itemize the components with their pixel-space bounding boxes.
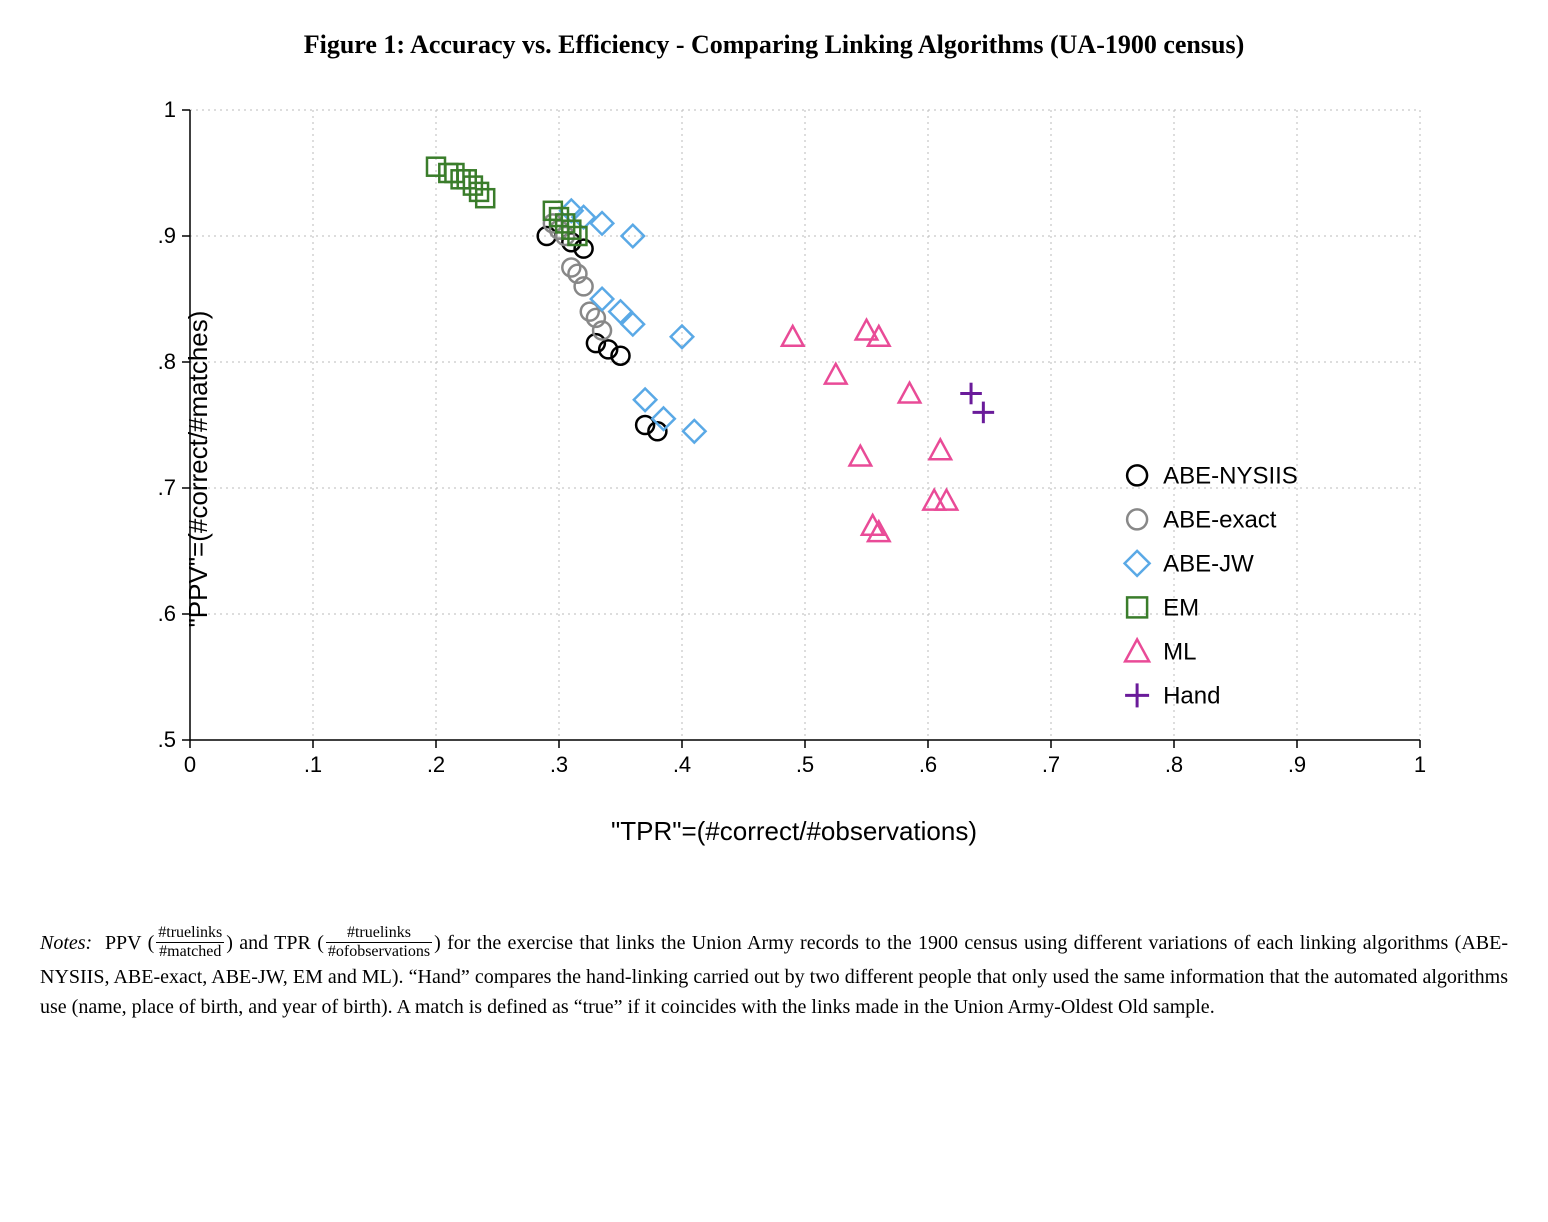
figure-notes: Notes: PPV (#truelinks#matched) and TPR … [40,927,1508,1022]
chart-container: "PPV"=(#correct/#matches) 0 .1 .2 .3 .4 .5 .6.… [100,90,1488,847]
svg-text:.2: .2 [427,752,445,777]
legend-label: ABE-JW [1163,550,1254,577]
legend-label: Hand [1163,682,1220,709]
x-axis-label: "TPR"=(#correct/#observations) [100,816,1488,847]
svg-text:.3: .3 [550,752,568,777]
svg-text:.8: .8 [1165,752,1183,777]
ppv-den: #matched [156,943,224,960]
tpr-fraction: #truelinks#ofobservations [326,925,432,960]
svg-text:.5: .5 [796,752,814,777]
scatter-chart: 0 .1 .2 .3 .4 .5 .6 .7 .8 .9 1 .5 .6 .7 .8 .9 1 ABE-NYSII… [100,90,1460,810]
legend-label: ABE-NYSIIS [1163,462,1298,489]
legend-label: ML [1163,638,1196,665]
ppv-num: #truelinks [156,925,224,943]
svg-text:0: 0 [184,752,196,777]
svg-text:1: 1 [164,97,176,122]
ppv-fraction: #truelinks#matched [156,925,224,960]
notes-body: for the exercise that links the Union Ar… [40,932,1508,1018]
svg-text:.7: .7 [1042,752,1060,777]
tpr-den: #ofobservations [326,943,432,960]
svg-text:1: 1 [1414,752,1426,777]
svg-text:.9: .9 [1288,752,1306,777]
legend-label: EM [1163,594,1199,621]
notes-lead: Notes: [40,932,92,954]
notes-tpr-label: TPR [274,932,311,954]
svg-text:.9: .9 [158,223,176,248]
svg-text:.6: .6 [158,601,176,626]
svg-text:.5: .5 [158,727,176,752]
figure-title: Figure 1: Accuracy vs. Efficiency - Comp… [20,30,1528,60]
svg-text:.4: .4 [673,752,691,777]
legend: ABE-NYSIIS ABE-exact ABE-JW EM ML Hand [1125,462,1298,709]
svg-text:.6: .6 [919,752,937,777]
svg-text:.1: .1 [304,752,322,777]
legend-label: ABE-exact [1163,506,1277,533]
y-axis-label: "PPV"=(#correct/#matches) [183,310,214,627]
notes-ppv-label: PPV [105,932,141,954]
tpr-num: #truelinks [326,925,432,943]
svg-text:.8: .8 [158,349,176,374]
svg-text:.7: .7 [158,475,176,500]
